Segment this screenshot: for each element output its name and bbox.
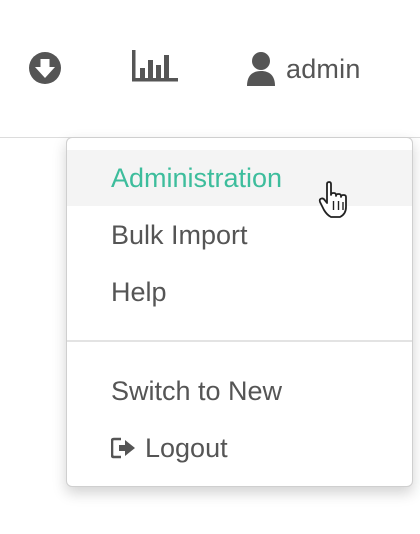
user-menu-toggle[interactable]: admin bbox=[246, 48, 361, 90]
top-navbar: admin bbox=[0, 0, 420, 138]
menu-item-label: Logout bbox=[145, 432, 228, 463]
user-icon bbox=[247, 52, 275, 86]
menu-item-label: Switch to New bbox=[111, 375, 283, 406]
download-button[interactable] bbox=[27, 51, 63, 85]
menu-item-bulk-import[interactable]: Bulk Import bbox=[67, 207, 412, 263]
menu-item-switch-to-new[interactable]: Switch to New bbox=[67, 363, 412, 419]
menu-item-help[interactable]: Help bbox=[67, 264, 412, 320]
user-dropdown-menu: Administration Bulk Import Help Switch t… bbox=[66, 137, 413, 487]
sign-out-icon bbox=[111, 437, 135, 459]
statistics-button[interactable] bbox=[130, 48, 180, 84]
menu-item-logout[interactable]: Logout bbox=[67, 420, 412, 476]
bar-chart-icon bbox=[132, 50, 178, 82]
circle-arrow-down-icon bbox=[29, 52, 61, 84]
page: admin Administration Bulk Import Help Sw… bbox=[0, 0, 420, 534]
username-label: admin bbox=[286, 53, 361, 84]
menu-item-label: Administration bbox=[111, 162, 283, 193]
menu-divider bbox=[67, 340, 412, 342]
menu-item-label: Bulk Import bbox=[111, 219, 248, 250]
menu-item-label: Help bbox=[111, 276, 167, 307]
hand-pointer-cursor-icon bbox=[318, 181, 347, 218]
menu-item-administration[interactable]: Administration bbox=[67, 150, 412, 206]
